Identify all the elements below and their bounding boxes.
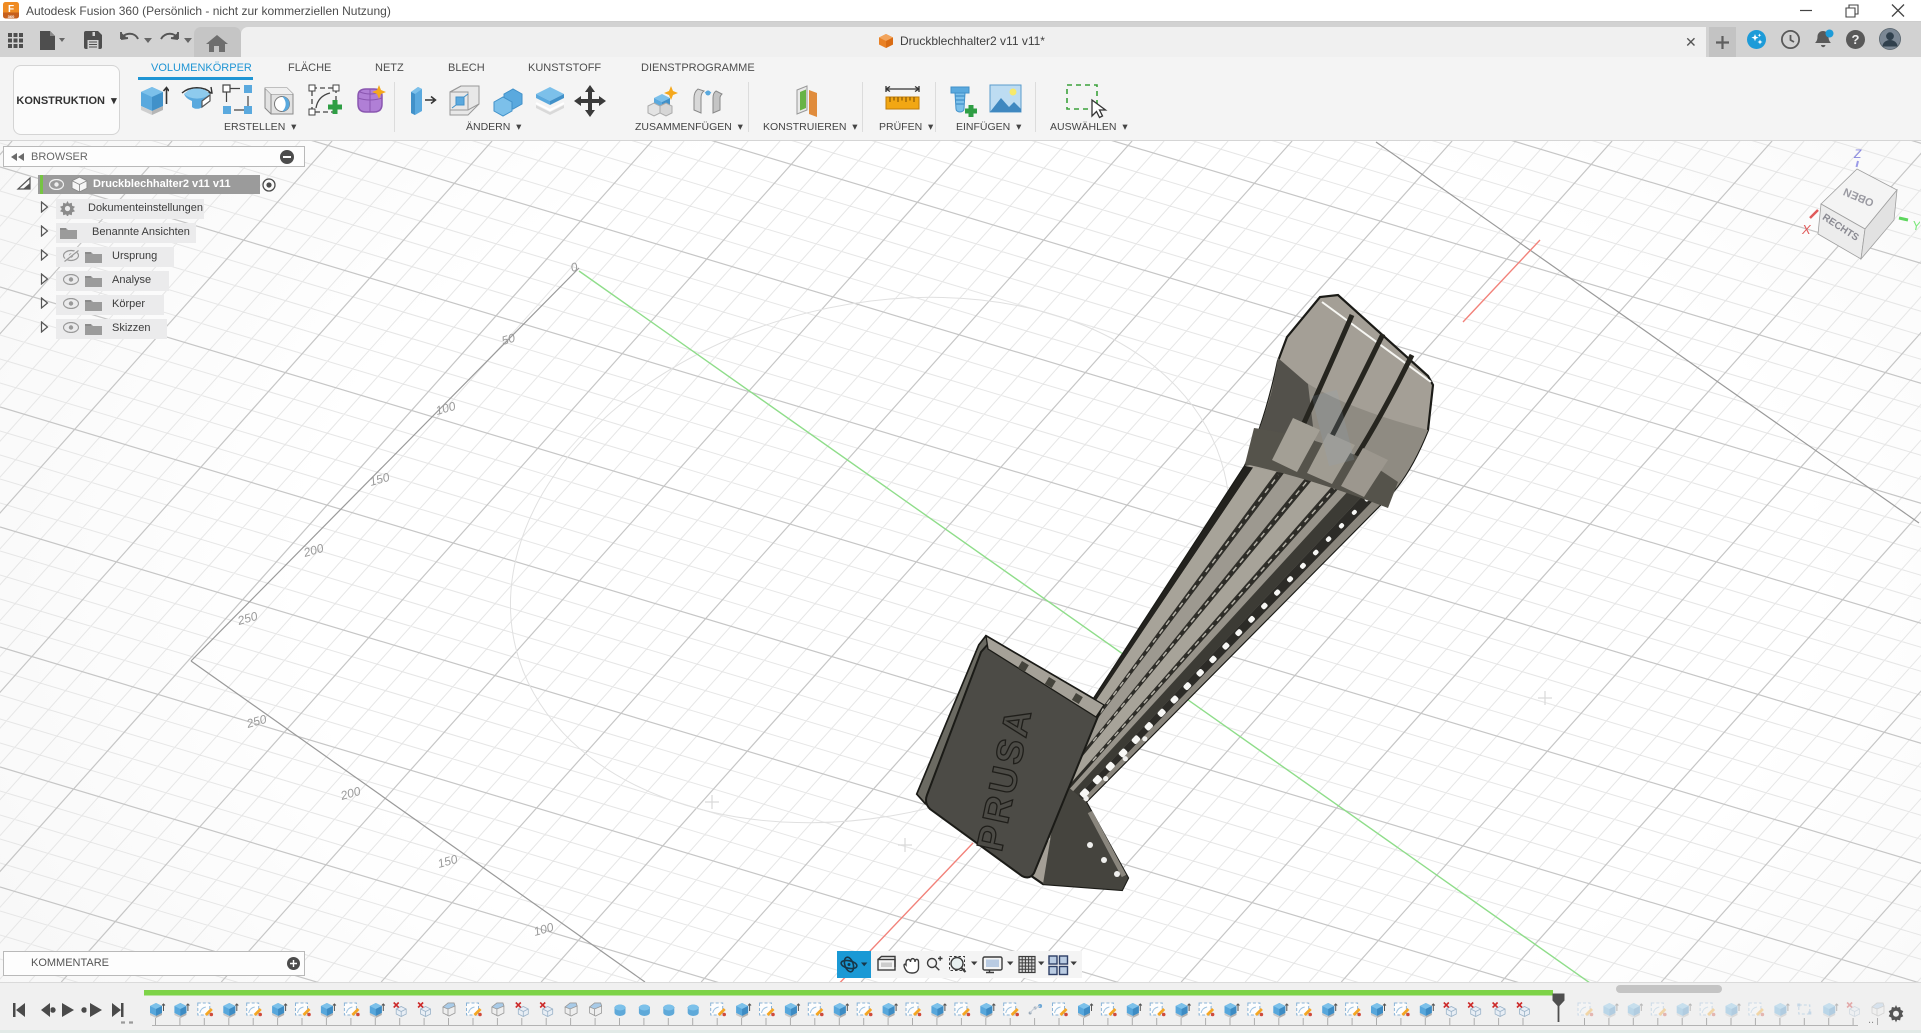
svg-text:..: .. (1868, 1014, 1874, 1026)
